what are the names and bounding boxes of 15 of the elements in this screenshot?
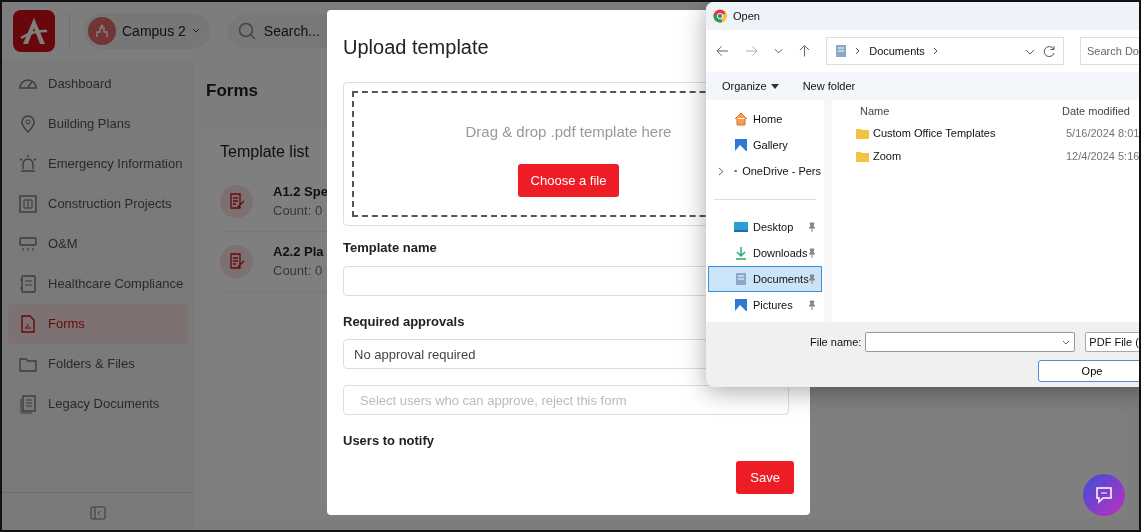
date-cell-text: 5/16/2024 8:01 (1066, 126, 1139, 142)
dialog-title: Upload template (343, 36, 489, 58)
window-title: Open (733, 8, 760, 24)
page-title: Forms (206, 80, 258, 102)
field-label: Template name (343, 240, 437, 255)
date-cell-text: 12/4/2024 5:16 (1066, 149, 1139, 165)
template-name: A2.2 Pla (273, 243, 324, 259)
template-count: Count: 0 (273, 263, 323, 278)
template-name: A1.2 Spe (273, 183, 328, 199)
field-label: Required approvals (343, 313, 465, 329)
template-count: Count: 0 (273, 203, 323, 218)
card-title: Template list (220, 142, 309, 160)
drop-zone-text: Drag & drop .pdf template here (465, 123, 672, 140)
field-label: File name: (810, 334, 862, 350)
field-label: Users to notify (343, 433, 434, 448)
